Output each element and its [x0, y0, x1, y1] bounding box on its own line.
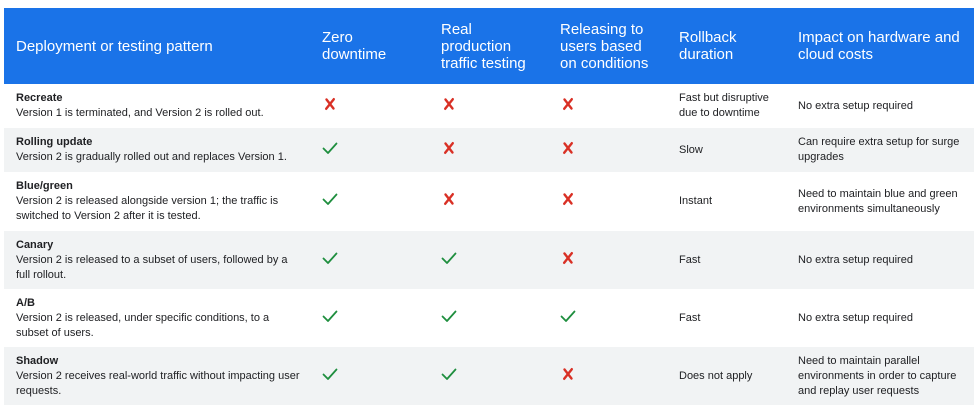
- pattern-name: Recreate: [16, 92, 63, 104]
- pattern-cell: Recreate Version 1 is terminated, and Ver…: [4, 84, 310, 128]
- cell-real-traffic: [429, 347, 548, 405]
- cell-real-traffic: [429, 172, 548, 231]
- cross-icon: [560, 366, 576, 382]
- check-icon: [322, 191, 338, 207]
- pattern-cell: Shadow Version 2 receives real-world traf…: [4, 347, 310, 405]
- cell-zero-downtime: [310, 128, 429, 172]
- rollback-duration: Fast: [679, 311, 701, 324]
- pattern-name: Shadow: [16, 354, 59, 367]
- cell-zero-downtime: [310, 172, 429, 231]
- pattern-description: Version 1 is terminated, and Version 2 i…: [16, 107, 264, 119]
- check-icon: [322, 250, 338, 266]
- cost-impact: No extra setup required: [798, 311, 913, 324]
- pattern-name: A/B: [16, 296, 35, 309]
- cell-conditions: [548, 128, 667, 172]
- cost-impact: Need to maintain parallel environments i…: [786, 347, 974, 405]
- check-icon: [322, 366, 338, 382]
- cross-icon: [441, 140, 457, 156]
- check-icon: [322, 308, 338, 324]
- comparison-table-container: Deployment or testing pattern Zero downt…: [4, 8, 974, 405]
- cost-impact: No extra setup required: [798, 99, 913, 112]
- cell-zero-downtime: [310, 231, 429, 289]
- check-icon: [441, 250, 457, 266]
- pattern-name: Rolling update: [16, 136, 93, 148]
- cell-real-traffic: [429, 231, 548, 289]
- rollback-duration: Instant: [679, 195, 713, 207]
- cell-conditions: [548, 172, 667, 231]
- cross-icon: [560, 140, 576, 156]
- rollback-duration: Slow: [667, 128, 786, 172]
- cross-icon: [560, 191, 576, 207]
- header-cost: Impact on hardware and cloud costs: [786, 8, 974, 84]
- header-pattern: Deployment or testing pattern: [4, 8, 310, 84]
- cell-real-traffic: [429, 128, 548, 172]
- table-row: Recreate Version 1 is terminated, and Ver…: [4, 84, 974, 128]
- pattern-cell: Canary Version 2 is released to a subset …: [4, 231, 310, 289]
- cell-zero-downtime: [310, 289, 429, 347]
- cell-zero-downtime: [310, 84, 429, 128]
- cell-real-traffic: [429, 84, 548, 128]
- cross-icon: [560, 250, 576, 266]
- pattern-name: Blue/green: [16, 180, 73, 192]
- cell-conditions: [548, 231, 667, 289]
- cell-conditions: [548, 347, 667, 405]
- pattern-cell: A/B Version 2 is released, under specific…: [4, 289, 310, 347]
- cross-icon: [441, 96, 457, 112]
- rollback-duration: Fast: [667, 231, 786, 289]
- cell-conditions: [548, 289, 667, 347]
- pattern-description: Version 2 is gradually rolled out and re…: [16, 151, 287, 163]
- header-real-traffic: Real production traffic testing: [429, 8, 548, 84]
- check-icon: [322, 140, 338, 156]
- cost-impact: Need to maintain blue and green environm…: [798, 187, 958, 215]
- pattern-description: Version 2 is released, under specific co…: [16, 311, 270, 339]
- deployment-patterns-table: Deployment or testing pattern Zero downt…: [4, 8, 974, 405]
- rollback-duration: Does not apply: [667, 347, 786, 405]
- rollback-duration: Fast but disruptive due to downtime: [679, 92, 769, 119]
- check-icon: [441, 308, 457, 324]
- header-rollback: Rollback duration: [667, 8, 786, 84]
- cell-real-traffic: [429, 289, 548, 347]
- pattern-name: Canary: [16, 238, 54, 251]
- cell-zero-downtime: [310, 347, 429, 405]
- pattern-cell: Rolling update Version 2 is gradually rol…: [4, 128, 310, 172]
- check-icon: [441, 366, 457, 382]
- table-row: Rolling update Version 2 is gradually rol…: [4, 128, 974, 172]
- table-row: Shadow Version 2 receives real-world traf…: [4, 347, 974, 405]
- cross-icon: [560, 96, 576, 112]
- header-zero-downtime: Zero downtime: [310, 8, 429, 84]
- table-header: Deployment or testing pattern Zero downt…: [4, 8, 974, 84]
- cell-conditions: [548, 84, 667, 128]
- header-row: Deployment or testing pattern Zero downt…: [4, 8, 974, 84]
- table-row: Canary Version 2 is released to a subset …: [4, 231, 974, 289]
- pattern-description: Version 2 receives real-world traffic wi…: [16, 369, 300, 397]
- table-row: A/B Version 2 is released, under specific…: [4, 289, 974, 347]
- pattern-description: Version 2 is released alongside version …: [16, 195, 279, 222]
- cross-icon: [322, 96, 338, 112]
- cost-impact: Can require extra setup for surge upgrad…: [786, 128, 974, 172]
- pattern-cell: Blue/green Version 2 is released alongsid…: [4, 172, 310, 231]
- table-body: Recreate Version 1 is terminated, and Ver…: [4, 84, 974, 405]
- cross-icon: [441, 191, 457, 207]
- pattern-description: Version 2 is released to a subset of use…: [16, 253, 288, 281]
- check-icon: [560, 308, 576, 324]
- header-conditions: Releasing to users based on conditions: [548, 8, 667, 84]
- table-row: Blue/green Version 2 is released alongsid…: [4, 172, 974, 231]
- cost-impact: No extra setup required: [786, 231, 974, 289]
